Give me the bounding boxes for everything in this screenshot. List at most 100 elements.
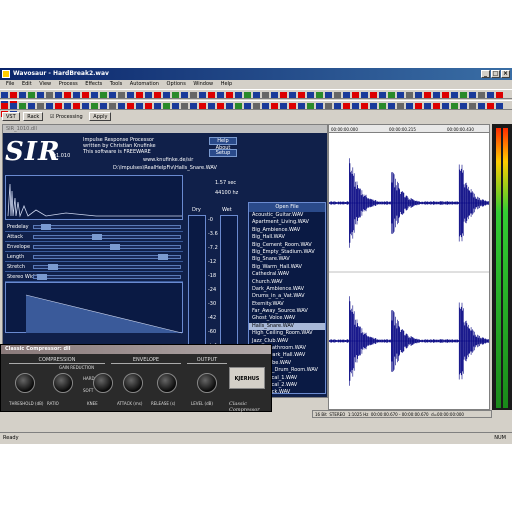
toolbar-icon[interactable]	[127, 92, 134, 98]
impulse-file-item[interactable]: Drums_in_a_Vat.WAV	[249, 293, 325, 300]
toolbar-icon[interactable]	[235, 103, 242, 109]
toolbar-icon[interactable]	[289, 103, 296, 109]
menu-tools[interactable]: Tools	[110, 81, 122, 87]
toolbar-icon[interactable]	[10, 103, 17, 109]
toolbar-icon[interactable]	[478, 92, 485, 98]
toolbar-icon[interactable]	[361, 92, 368, 98]
toolbar-icon[interactable]	[397, 103, 404, 109]
param-slider[interactable]	[33, 274, 181, 280]
impulse-file-item[interactable]: Eternity.WAV	[249, 301, 325, 308]
toolbar-icon[interactable]	[55, 92, 62, 98]
impulse-file-item[interactable]: Church.WAV	[249, 279, 325, 286]
close-button[interactable]: ×	[501, 70, 510, 78]
toolbar-icon[interactable]	[478, 103, 485, 109]
toolbar-icon[interactable]	[343, 92, 350, 98]
menu-automation[interactable]: Automation	[130, 81, 159, 87]
toolbar-icon[interactable]	[388, 103, 395, 109]
rack-button[interactable]: Rack	[23, 112, 44, 121]
menu-process[interactable]: Process	[59, 81, 78, 87]
param-slider[interactable]	[33, 224, 181, 230]
toolbar-icon[interactable]	[37, 103, 44, 109]
toolbar-icon[interactable]	[136, 92, 143, 98]
param-slider[interactable]	[33, 234, 181, 240]
toolbar-icon[interactable]	[109, 103, 116, 109]
toolbar-icon[interactable]	[469, 92, 476, 98]
waveform-view[interactable]: 00:00:00.000 00:00:00.215 00:00:00.430	[328, 124, 490, 410]
toolbar-icon[interactable]	[172, 103, 179, 109]
toolbar-icon[interactable]	[64, 92, 71, 98]
toolbar-icon[interactable]	[73, 103, 80, 109]
toolbar-icon[interactable]	[379, 103, 386, 109]
toolbar-icon[interactable]	[343, 103, 350, 109]
toolbar-icon[interactable]	[235, 92, 242, 98]
toolbar-icon[interactable]	[118, 103, 125, 109]
toolbar-icon[interactable]	[451, 92, 458, 98]
open-file-button[interactable]: Open File	[249, 203, 325, 212]
toolbar-icon[interactable]	[82, 103, 89, 109]
slider-thumb[interactable]	[36, 274, 47, 280]
toolbar-icon[interactable]	[271, 103, 278, 109]
knob-threshold[interactable]	[15, 373, 35, 393]
toolbar-icon[interactable]	[352, 92, 359, 98]
toolbar-icon[interactable]	[424, 92, 431, 98]
toolbar-icon[interactable]	[325, 103, 332, 109]
processing-checkbox[interactable]: ☑ Processing	[47, 113, 86, 122]
toolbar-icon[interactable]	[298, 92, 305, 98]
toolbar-icon[interactable]	[190, 92, 197, 98]
toolbar-icon[interactable]	[307, 103, 314, 109]
knob-attack[interactable]	[123, 373, 143, 393]
menu-file[interactable]: File	[6, 81, 14, 87]
menu-window[interactable]: Window	[193, 81, 213, 87]
toolbar-icon[interactable]	[199, 103, 206, 109]
toolbar-icon[interactable]	[172, 92, 179, 98]
apply-button[interactable]: Apply	[89, 112, 112, 121]
toolbar-icon[interactable]	[64, 103, 71, 109]
toolbar-icon[interactable]	[181, 103, 188, 109]
param-slider[interactable]	[33, 244, 181, 250]
toolbar-icon[interactable]	[199, 92, 206, 98]
toolbar-icon[interactable]	[280, 92, 287, 98]
toolbar-icon[interactable]	[487, 92, 494, 98]
impulse-file-item[interactable]: Apartment_Living.WAV	[249, 219, 325, 226]
toolbar-icon[interactable]	[208, 103, 215, 109]
knob-release[interactable]	[157, 373, 177, 393]
slider-thumb[interactable]	[91, 234, 102, 240]
param-slider[interactable]	[33, 254, 181, 260]
toolbar-icon[interactable]	[415, 103, 422, 109]
toolbar-icon[interactable]	[415, 92, 422, 98]
toolbar-icon[interactable]	[388, 92, 395, 98]
toolbar-icon[interactable]	[118, 92, 125, 98]
toolbar-icon[interactable]	[226, 92, 233, 98]
toolbar-icon[interactable]	[469, 103, 476, 109]
toolbar-icon[interactable]	[307, 92, 314, 98]
toolbar-icon[interactable]	[280, 103, 287, 109]
toolbar-icon[interactable]	[397, 92, 404, 98]
toolbar-icon[interactable]	[127, 103, 134, 109]
toolbar-icon[interactable]	[271, 92, 278, 98]
toolbar-icon[interactable]	[73, 92, 80, 98]
toolbar-icon[interactable]	[370, 103, 377, 109]
toolbar-icon[interactable]	[451, 103, 458, 109]
toolbar-icon[interactable]	[262, 92, 269, 98]
dry-fader[interactable]	[188, 215, 206, 360]
toolbar-icon[interactable]	[460, 92, 467, 98]
minimize-button[interactable]: _	[481, 70, 490, 78]
toolbar-icon[interactable]	[334, 103, 341, 109]
impulse-file-item[interactable]: Big_Warm_Hall.WAV	[249, 264, 325, 271]
impulse-file-item[interactable]: Big_Ambience.WAV	[249, 227, 325, 234]
toolbar-icon[interactable]	[217, 103, 224, 109]
toolbar-icon[interactable]	[145, 92, 152, 98]
knob-knee[interactable]	[93, 373, 113, 393]
toolbar-icon[interactable]	[253, 103, 260, 109]
toolbar-icon[interactable]	[19, 103, 26, 109]
toolbar-icon[interactable]	[46, 103, 53, 109]
toolbar-icon[interactable]	[28, 92, 35, 98]
toolbar-icon[interactable]	[244, 92, 251, 98]
toolbar-icon[interactable]	[334, 92, 341, 98]
toolbar-icon[interactable]	[370, 92, 377, 98]
impulse-file-item[interactable]: Ghost_Voice.WAV	[249, 315, 325, 322]
slider-thumb[interactable]	[40, 224, 51, 230]
toolbar-icon[interactable]	[244, 103, 251, 109]
toolbar-icon[interactable]	[487, 103, 494, 109]
menu-edit[interactable]: Edit	[22, 81, 32, 87]
